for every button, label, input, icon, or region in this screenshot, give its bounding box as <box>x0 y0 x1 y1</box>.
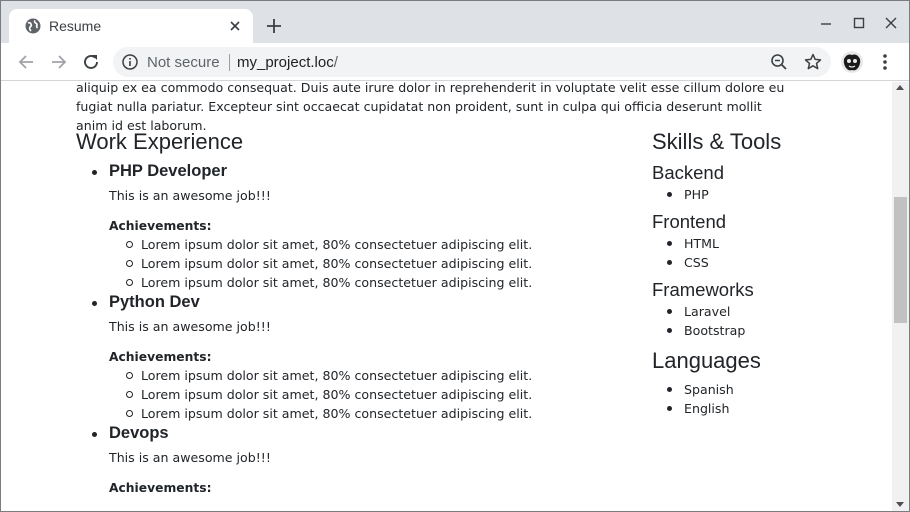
skill-item: PHP <box>652 185 882 204</box>
tab-strip: Resume <box>1 1 909 43</box>
language-list: Spanish English <box>652 380 882 418</box>
job-description: This is an awesome job!!! <box>109 188 271 203</box>
arrow-right-icon[interactable] <box>48 51 70 73</box>
profile-avatar[interactable] <box>841 51 863 73</box>
star-icon[interactable] <box>803 52 823 72</box>
job-description: This is an awesome job!!! <box>109 450 271 465</box>
tab-resume[interactable]: Resume <box>9 9 253 43</box>
skill-item: Laravel <box>652 302 882 321</box>
close-icon[interactable] <box>225 16 245 36</box>
language-item: Spanish <box>652 380 882 399</box>
reload-icon[interactable] <box>80 51 102 73</box>
omnibox-divider <box>229 54 230 71</box>
vertical-scrollbar[interactable] <box>892 82 909 511</box>
skills-section: Skills & Tools Backend PHP Frontend HTML… <box>652 127 882 418</box>
achievement-item: Lorem ipsum dolor sit amet, 80% consecte… <box>109 273 636 292</box>
kebab-menu-icon[interactable] <box>875 51 895 73</box>
achievements-label: Achievements: <box>109 350 212 364</box>
achievements-list: Lorem ipsum dolor sit amet, 80% consecte… <box>109 235 636 292</box>
achievement-item: Lorem ipsum dolor sit amet, 80% consecte… <box>109 366 636 385</box>
browser-window: Resume Not secure my_project.loc/ aliqui… <box>0 0 910 512</box>
skill-item: CSS <box>652 253 882 272</box>
arrow-left-icon[interactable] <box>15 51 37 73</box>
maximize-icon[interactable] <box>849 13 869 33</box>
address-bar[interactable]: Not secure my_project.loc/ <box>113 47 831 77</box>
page-viewport: aliquip ex ea commodo consequat. Duis au… <box>1 82 892 511</box>
job-item: Python Dev This is an awesome job!!! Ach… <box>76 292 636 423</box>
job-title: PHP Developer <box>109 162 227 180</box>
list-bullet <box>92 432 97 437</box>
achievements-label: Achievements: <box>109 219 212 233</box>
scroll-down-icon[interactable] <box>896 502 904 507</box>
list-bullet <box>92 170 97 175</box>
skill-list: HTML CSS <box>652 234 882 272</box>
work-experience-section: Work Experience PHP Developer This is an… <box>76 127 636 497</box>
url-host: my_project.loc <box>237 54 334 71</box>
skill-list: Laravel Bootstrap <box>652 302 882 340</box>
info-icon[interactable] <box>121 53 139 71</box>
job-description: This is an awesome job!!! <box>109 319 271 334</box>
skill-group-title: Frameworks <box>652 279 754 300</box>
skill-group-title: Frontend <box>652 211 727 232</box>
url-path: / <box>333 54 338 71</box>
skill-item: HTML <box>652 234 882 253</box>
skill-list: PHP <box>652 185 882 204</box>
achievement-item: Lorem ipsum dolor sit amet, 80% consecte… <box>109 235 636 254</box>
window-close-icon[interactable] <box>881 13 901 33</box>
languages-heading: Languages <box>652 348 761 373</box>
achievement-item: Lorem ipsum dolor sit amet, 80% consecte… <box>109 404 636 423</box>
list-bullet <box>92 301 97 306</box>
plus-icon[interactable] <box>264 16 284 36</box>
zoom-out-icon[interactable] <box>769 52 789 72</box>
job-item: PHP Developer This is an awesome job!!! … <box>76 161 636 292</box>
minimize-icon[interactable] <box>816 13 836 33</box>
job-item: Devops This is an awesome job!!! Achieve… <box>76 423 636 497</box>
work-experience-heading: Work Experience <box>76 129 244 154</box>
achievements-list: Lorem ipsum dolor sit amet, 80% consecte… <box>109 366 636 423</box>
skill-item: Bootstrap <box>652 321 882 340</box>
globe-icon <box>25 18 41 34</box>
skill-group-title: Backend <box>652 162 724 183</box>
achievement-item: Lorem ipsum dolor sit amet, 80% consecte… <box>109 254 636 273</box>
job-title: Devops <box>109 424 169 442</box>
browser-toolbar: Not secure my_project.loc/ <box>1 43 909 81</box>
security-label: Not secure <box>147 54 220 71</box>
language-item: English <box>652 399 882 418</box>
scroll-up-icon[interactable] <box>896 85 904 90</box>
skills-heading: Skills & Tools <box>652 129 782 154</box>
achievements-label: Achievements: <box>109 481 212 495</box>
achievement-item: Lorem ipsum dolor sit amet, 80% consecte… <box>109 385 636 404</box>
job-title: Python Dev <box>109 293 200 311</box>
scrollbar-thumb[interactable] <box>894 197 907 323</box>
tab-title: Resume <box>49 18 102 34</box>
url-text[interactable]: my_project.loc/ <box>237 54 338 71</box>
